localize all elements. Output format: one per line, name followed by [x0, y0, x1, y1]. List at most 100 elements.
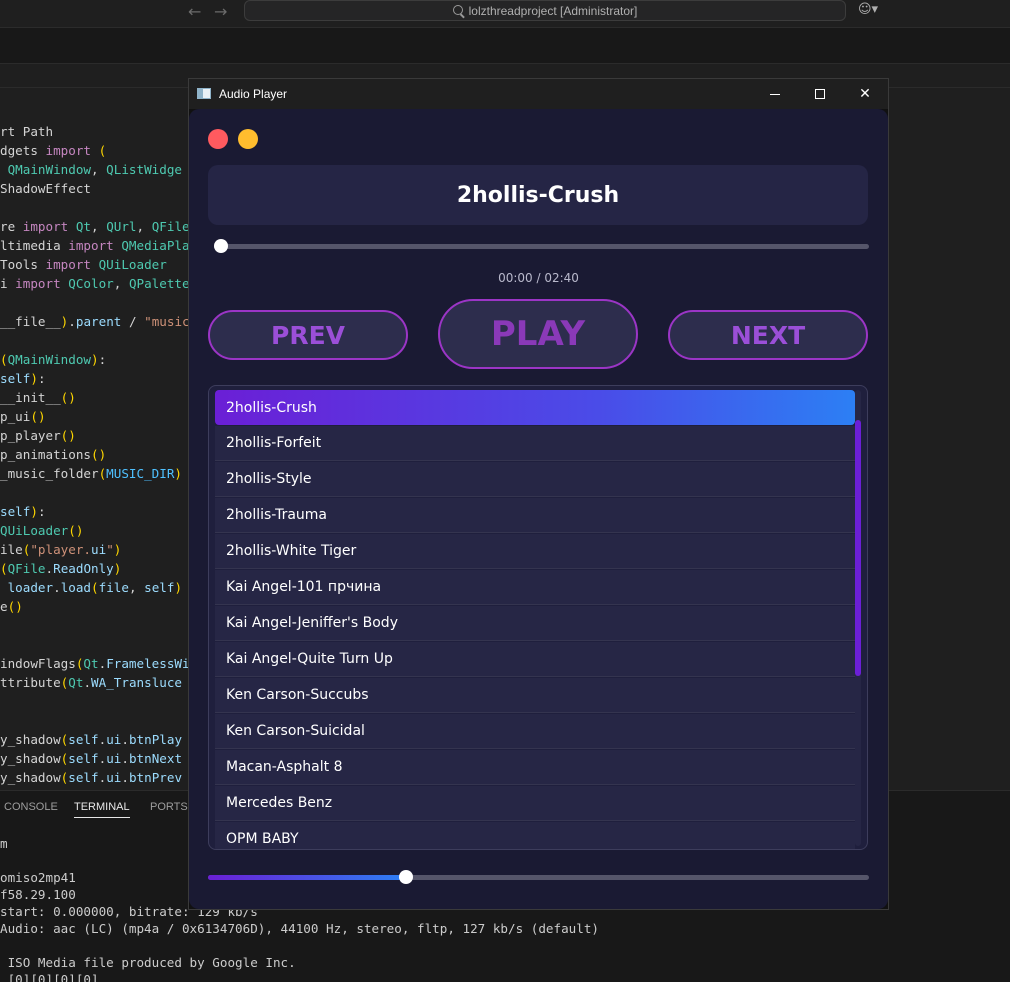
playlist-item-label: 2hollis-Forfeit — [226, 435, 322, 451]
code-line: ltimedia import QMediaPla — [0, 238, 190, 253]
tab-console[interactable]: CONSOLE — [4, 801, 58, 813]
code-line: self): — [0, 504, 46, 519]
playlist-item[interactable]: 2hollis-Trauma — [215, 498, 855, 533]
terminal-line: [0][0][0][0] — [0, 972, 99, 982]
code-line: __file__).parent / "music — [0, 314, 190, 329]
playlist-item[interactable]: OPM BABY — [215, 822, 855, 849]
player-panel: 2hollis-Crush 00:00 / 02:40 PREV PLAY NE… — [189, 109, 888, 909]
code-line: y_shadow(self.ui.btnNext — [0, 751, 183, 766]
playlist-item[interactable]: Ken Carson-Succubs — [215, 678, 855, 713]
playlist-item[interactable]: Kai Angel-101 прчина — [215, 570, 855, 605]
playlist-item-label: Mercedes Benz — [226, 795, 333, 811]
code-line: QMainWindow, QListWidge — [7, 162, 182, 177]
playlist-item[interactable]: 2hollis-Forfeit — [215, 426, 855, 461]
vscode-tab-bar — [0, 28, 1010, 64]
code-line: y_shadow(self.ui.btnPrev — [0, 770, 183, 785]
back-arrow-icon[interactable]: ← — [188, 2, 201, 21]
playlist-item-label: OPM BABY — [226, 831, 299, 847]
vscode-titlebar: ← → lolzthreadproject [Administrator] ☺▾ — [0, 0, 1010, 28]
code-line: Tools import QUiLoader — [0, 257, 167, 272]
playlist-item[interactable]: Ken Carson-Suicidal — [215, 714, 855, 749]
close-icon: ✕ — [859, 86, 871, 102]
playlist-item-label: Kai Angel-101 прчина — [226, 579, 382, 595]
code-line: ile("player.ui") — [0, 542, 122, 557]
tab-ports[interactable]: PORTS — [150, 801, 188, 813]
playlist-item-label: Ken Carson-Suicidal — [226, 723, 365, 739]
playlist-item-label: Kai Angel-Jeniffer's Body — [226, 615, 398, 631]
code-line: rt Path — [0, 124, 54, 139]
code-line: y_shadow(self.ui.btnPlay — [0, 732, 183, 747]
window-titlebar[interactable]: Audio Player ✕ — [189, 79, 888, 109]
playlist-item[interactable]: 2hollis-White Tiger — [215, 534, 855, 569]
volume-slider[interactable] — [208, 870, 869, 884]
play-button[interactable]: PLAY — [438, 299, 638, 369]
code-line: i import QColor, QPalette — [0, 276, 190, 291]
code-line: (QMainWindow): — [0, 352, 107, 367]
forward-arrow-icon[interactable]: → — [214, 2, 227, 21]
code-line: loader.load(file, self) — [7, 580, 183, 595]
time-display: 00:00 / 02:40 — [498, 271, 579, 285]
code-line: (QFile.ReadOnly) — [0, 561, 122, 576]
playlist-item[interactable]: 2hollis-Style — [215, 462, 855, 497]
window-title: Audio Player — [219, 87, 288, 101]
volume-handle[interactable] — [399, 870, 414, 884]
terminal-line: Audio: aac (LC) (mp4a / 0x6134706D), 441… — [0, 921, 599, 936]
playlist-item-label: Kai Angel-Quite Turn Up — [226, 651, 393, 667]
seek-slider[interactable] — [214, 239, 869, 253]
code-line: self): — [0, 371, 46, 386]
code-line: QUiLoader() — [0, 523, 84, 538]
playlist-item-label: 2hollis-Crush — [226, 399, 317, 416]
minimize-dot-button[interactable] — [238, 129, 258, 149]
playlist-item-label: 2hollis-Trauma — [226, 507, 327, 523]
playlist-item[interactable]: Macan-Asphalt 8 — [215, 750, 855, 785]
code-line: p_ui() — [0, 409, 46, 424]
playlist-item[interactable]: Kai Angel-Jeniffer's Body — [215, 606, 855, 641]
copilot-icon[interactable]: ☺▾ — [858, 2, 878, 17]
app-icon — [197, 88, 211, 99]
code-line: e() — [0, 599, 23, 614]
playlist-item-label: Ken Carson-Succubs — [226, 687, 369, 703]
code-line: indowFlags(Qt.FramelessWi — [0, 656, 190, 671]
playlist-item-label: Macan-Asphalt 8 — [226, 759, 343, 775]
playlist-item[interactable]: 2hollis-Crush — [215, 390, 855, 425]
playlist[interactable]: OPM BABY Mercedes Benz Macan-Asphalt 8 Ken … — [208, 385, 868, 850]
close-button[interactable]: ✕ — [842, 79, 888, 109]
minimize-icon — [770, 93, 780, 95]
now-playing-title: 2hollis-Crush — [456, 182, 620, 208]
prev-button[interactable]: PREV — [208, 310, 408, 360]
playlist-scrollbar-thumb[interactable] — [855, 420, 861, 676]
audio-player-window: Audio Player ✕ 2hollis-Crush 00:00 / 02:… — [188, 78, 889, 910]
command-center-search[interactable]: lolzthreadproject [Administrator] — [244, 0, 846, 21]
playlist-item[interactable]: Mercedes Benz — [215, 786, 855, 821]
playlist-item-label: 2hollis-White Tiger — [226, 543, 357, 559]
playlist-item[interactable]: Kai Angel-Quite Turn Up — [215, 642, 855, 677]
maximize-button[interactable] — [797, 79, 843, 109]
next-button[interactable]: NEXT — [668, 310, 868, 360]
terminal-line: ISO Media file produced by Google Inc. — [0, 955, 296, 970]
code-line: ttribute(Qt.WA_Transluce — [0, 675, 183, 690]
close-dot-button[interactable] — [208, 129, 228, 149]
volume-fill — [208, 875, 407, 880]
code-line: p_animations() — [0, 447, 107, 462]
now-playing-box: 2hollis-Crush — [208, 165, 868, 225]
tab-terminal[interactable]: TERMINAL — [74, 801, 130, 818]
code-line: p_player() — [0, 428, 76, 443]
code-text: rt Path dgets import ( QMainWindow, QList… — [0, 122, 190, 787]
playlist-item-label: 2hollis-Style — [226, 471, 312, 487]
minimize-button[interactable] — [752, 79, 798, 109]
seek-handle[interactable] — [214, 239, 228, 253]
code-line: dgets import ( — [0, 143, 107, 158]
code-line: re import Qt, QUrl, QFile — [0, 219, 190, 234]
code-line: ShadowEffect — [0, 181, 91, 196]
code-line: _music_folder(MUSIC_DIR) — [0, 466, 183, 481]
maximize-icon — [815, 89, 825, 99]
